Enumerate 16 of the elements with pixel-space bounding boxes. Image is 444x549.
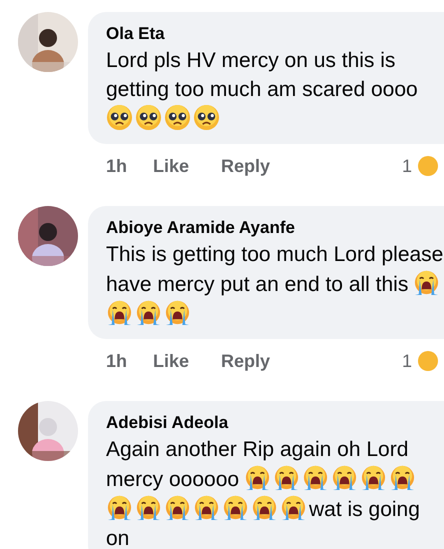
timestamp: 1h xyxy=(106,156,128,176)
comment-text: wat is going on xyxy=(106,498,420,549)
reaction-count[interactable]: 1 xyxy=(402,350,412,372)
action-link[interactable]: Like xyxy=(153,350,190,372)
author-name[interactable]: Abioye Aramide Ayanfe xyxy=(106,216,295,240)
action-link[interactable]: Reply xyxy=(221,156,270,176)
author-name[interactable]: Ola Eta xyxy=(106,22,165,46)
timestamp: 1h xyxy=(106,350,128,372)
comment-text: This is getting too much Lord please have mercy put an end to all this xyxy=(106,243,444,296)
action-link[interactable]: Like xyxy=(153,156,190,176)
comment-text: Lord pls HV mercy on us this is getting too much am scared oooo xyxy=(106,49,418,101)
reaction-count[interactable]: 1 xyxy=(402,156,412,176)
reaction-icon xyxy=(418,156,438,176)
action-link[interactable]: Reply xyxy=(221,350,270,372)
author-name[interactable]: Adebisi Adeola xyxy=(106,411,228,435)
reaction-icon xyxy=(418,351,438,371)
